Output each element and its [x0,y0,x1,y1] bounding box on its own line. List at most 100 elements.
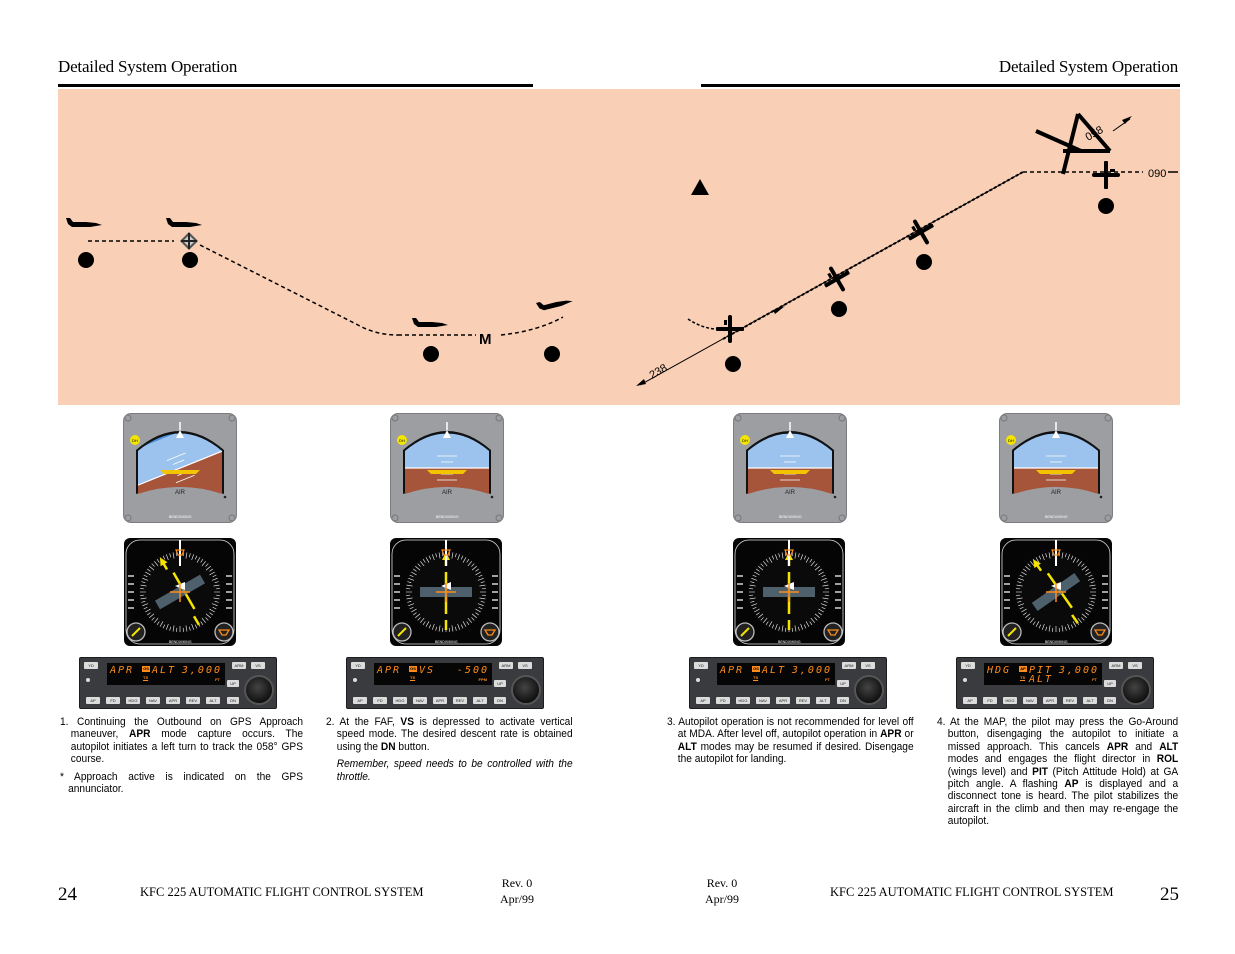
arm-button[interactable]: ARM [842,662,856,669]
fd-button[interactable]: FD [106,697,120,704]
arrow-head [636,379,646,386]
ap-button[interactable]: AP [353,697,367,704]
yd-button[interactable]: YD [351,662,365,669]
altitude-select-knob[interactable] [511,675,541,705]
svg-text:BENDIX/KING: BENDIX/KING [1045,640,1068,644]
fd-button[interactable]: FD [716,697,730,704]
annunciator-2: TS [143,675,149,680]
descent-path [199,244,399,336]
up-button[interactable]: UP [1104,680,1116,687]
svg-text:BENDIX/KING: BENDIX/KING [435,640,458,644]
svg-text:AIR: AIR [1051,490,1062,496]
step-marker-dot [916,254,932,270]
vertical-mode: ALT [762,665,787,676]
alt-button[interactable]: ALT [473,697,487,704]
course-label-090: 090 [1148,168,1166,180]
step-4-body: 4. At the MAP, the pilot may press the G… [937,716,1179,828]
autopilot-controller-1: YD APR GS TS ALT 3,000 FT ARM VS AP FD HDG NA… [79,657,277,709]
hdg-button[interactable]: HDG [126,697,140,704]
left-page-number: 24 [58,884,77,905]
hsi-4: BENDIX/KING [1000,538,1112,646]
fd-button[interactable]: FD [983,697,997,704]
dn-button[interactable]: DN [227,697,239,704]
arm-button[interactable]: ARM [499,662,513,669]
up-button[interactable]: UP [494,680,506,687]
yd-button[interactable]: YD [84,662,98,669]
dn-button[interactable]: DN [1104,697,1116,704]
rev-button[interactable]: REV [186,697,200,704]
annunciator: GS [752,666,760,672]
bold-term: ALT [1159,740,1179,753]
dn-button[interactable]: DN [494,697,506,704]
svg-text:DH: DH [399,438,405,443]
svg-text:DH: DH [742,438,748,443]
apr-button[interactable]: APR [166,697,180,704]
gps-waypoint-icon [180,232,198,250]
alt-button[interactable]: ALT [206,697,220,704]
alt-button[interactable]: ALT [1083,697,1097,704]
nav-button[interactable]: NAV [756,697,770,704]
go-around-airplane-icon [1035,112,1112,175]
vs-button[interactable]: VS [861,662,875,669]
yd-button[interactable]: YD [961,662,975,669]
lateral-mode: APR [720,665,745,676]
left-heading-rule [58,84,533,87]
map-marker-label: M [479,331,492,348]
course-label-238: 238 [648,362,670,382]
svg-text:DH: DH [1008,438,1014,443]
lateral-mode: HDG [987,665,1012,676]
autopilot-controller-4: YD HDG AP TS PIT ALT 3,000 FT ARM VS AP FD H… [956,657,1154,709]
annunciator-2: TS [753,675,759,680]
altitude-select-knob[interactable] [244,675,274,705]
step-2-text: 2. At the FAF, VS is depressed to activa… [326,716,573,783]
step-1-note: * Approach active is indicated on the GP… [60,770,303,796]
up-button[interactable]: UP [227,680,239,687]
alt-button[interactable]: ALT [816,697,830,704]
autopilot-display: APR GS TS VS -500 FPM [374,663,492,685]
hdg-button[interactable]: HDG [1003,697,1017,704]
value-unit: FT [825,677,830,682]
vs-button[interactable]: VS [1128,662,1142,669]
autopilot-display: HDG AP TS PIT ALT 3,000 FT [984,663,1102,685]
up-button[interactable]: UP [837,680,849,687]
svg-text:DH: DH [132,438,138,443]
autopilot-display: APR GS TS ALT 3,000 FT [107,663,225,685]
dn-button[interactable]: DN [837,697,849,704]
nav-button[interactable]: NAV [1023,697,1037,704]
step-3-text: 3. Autopilot operation is not recommende… [667,716,914,766]
approach-diagram: M 238 090 058 [58,89,1180,405]
ap-button[interactable]: AP [86,697,100,704]
rev-button[interactable]: REV [1063,697,1077,704]
missed-approach-path [500,316,564,336]
hdg-button[interactable]: HDG [393,697,407,704]
step-3-body: 3. Autopilot operation is not recommende… [667,716,914,766]
nav-button[interactable]: NAV [413,697,427,704]
apr-button[interactable]: APR [776,697,790,704]
hdg-button[interactable]: HDG [736,697,750,704]
ap-button[interactable]: AP [696,697,710,704]
step-4-text: 4. At the MAP, the pilot may press the G… [937,716,1178,828]
altitude-select-knob[interactable] [1121,675,1151,705]
arm-button[interactable]: ARM [232,662,246,669]
yd-button[interactable]: YD [694,662,708,669]
altitude-select-knob[interactable] [854,675,884,705]
attitude-indicator-1: DH AIR BENDIX/KING [123,413,237,523]
ap-button[interactable]: AP [963,697,977,704]
target-value: 3,000 [791,665,832,676]
attitude-indicator-2: DH AIR BENDIX/KING [390,413,504,523]
arm-button[interactable]: ARM [1109,662,1123,669]
rev-button[interactable]: REV [453,697,467,704]
vs-button[interactable]: VS [518,662,532,669]
vertical-mode: ALT [152,665,177,676]
target-value: 3,000 [1058,665,1099,676]
rev-button[interactable]: REV [796,697,810,704]
annunciator-2: TS [1020,675,1026,680]
vertical-mode: VS [419,665,436,676]
nav-button[interactable]: NAV [146,697,160,704]
apr-button[interactable]: APR [433,697,447,704]
bold-term: APR [129,728,151,741]
apr-button[interactable]: APR [1043,697,1057,704]
vs-button[interactable]: VS [251,662,265,669]
fd-button[interactable]: FD [373,697,387,704]
svg-text:AIR: AIR [175,490,186,496]
